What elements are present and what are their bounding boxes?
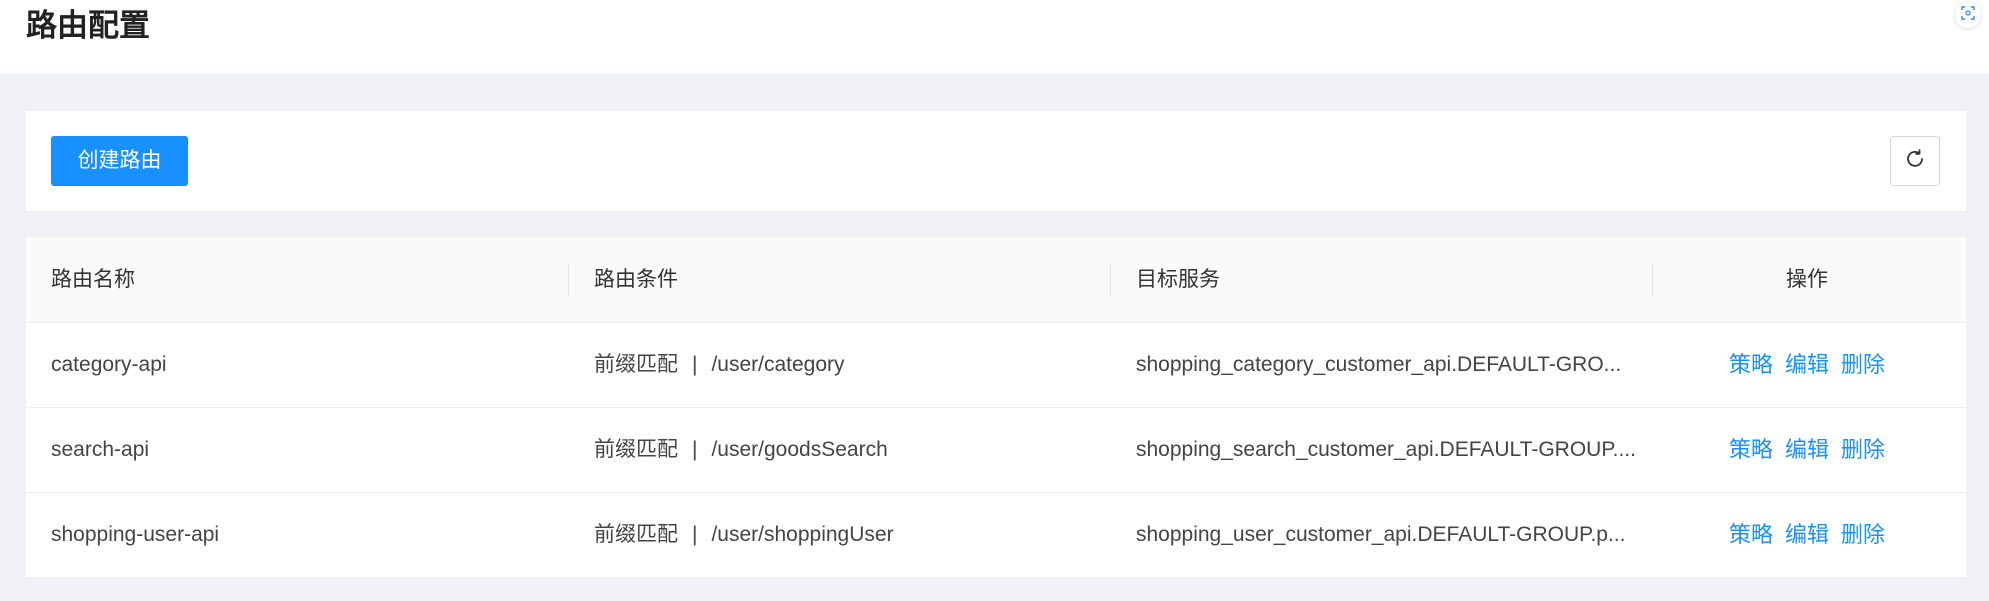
edit-link[interactable]: 编辑 (1785, 522, 1829, 547)
match-path: /user/category (711, 353, 845, 376)
column-header-name: 路由名称 (51, 268, 135, 291)
row-actions: 策略 编辑 删除 (1729, 322, 1897, 407)
create-route-button[interactable]: 创建路由 (51, 136, 188, 186)
column-divider (568, 263, 569, 297)
routes-table: 路由名称 路由条件 目标服务 操作 category-api 前缀匹配 | /use… (26, 237, 1966, 577)
match-type: 前缀匹配 (594, 438, 678, 461)
toolbar: 创建路由 (26, 111, 1966, 211)
table-row: search-api 前缀匹配 | /user/goodsSearch shoppi… (26, 407, 1966, 493)
edit-link[interactable]: 编辑 (1785, 352, 1829, 377)
route-condition: 前缀匹配 | /user/shoppingUser (594, 492, 894, 577)
page-title: 路由配置 (26, 8, 150, 43)
column-divider (1652, 263, 1653, 297)
route-name: shopping-user-api (51, 523, 220, 546)
delete-link[interactable]: 删除 (1841, 352, 1885, 377)
target-service: shopping_search_customer_api.DEFAULT-GRO… (1136, 438, 1636, 461)
route-name: search-api (51, 438, 150, 461)
table-row: category-api 前缀匹配 | /user/category shoppin… (26, 322, 1966, 408)
refresh-icon (1904, 148, 1926, 175)
match-type: 前缀匹配 (594, 523, 678, 546)
fullscreen-icon (1961, 5, 1975, 25)
column-header-service: 目标服务 (1136, 268, 1220, 291)
table-header: 路由名称 路由条件 目标服务 操作 (26, 237, 1966, 323)
route-condition: 前缀匹配 | /user/goodsSearch (594, 407, 888, 492)
delete-link[interactable]: 删除 (1841, 437, 1885, 462)
condition-separator: | (692, 438, 698, 461)
column-header-actions: 操作 (1786, 268, 1828, 291)
match-path: /user/goodsSearch (711, 438, 888, 461)
target-service: shopping_category_customer_api.DEFAULT-G… (1136, 353, 1622, 376)
delete-link[interactable]: 删除 (1841, 522, 1885, 547)
column-divider (1110, 263, 1111, 297)
column-header-condition: 路由条件 (594, 268, 678, 291)
match-type: 前缀匹配 (594, 353, 678, 376)
table-row: shopping-user-api 前缀匹配 | /user/shoppingUse… (26, 492, 1966, 577)
condition-separator: | (692, 523, 698, 546)
page: 路由配置 创建路由 路由名称 路由条件 目标服务 操作 category-api… (0, 0, 1989, 601)
fullscreen-button[interactable] (1955, 2, 1981, 28)
row-actions: 策略 编辑 删除 (1729, 407, 1897, 492)
refresh-button[interactable] (1890, 136, 1940, 186)
route-name: category-api (51, 353, 167, 376)
target-service: shopping_user_customer_api.DEFAULT-GROUP… (1136, 523, 1626, 546)
page-header: 路由配置 (0, 0, 1989, 74)
policy-link[interactable]: 策略 (1729, 522, 1773, 547)
edit-link[interactable]: 编辑 (1785, 437, 1829, 462)
policy-link[interactable]: 策略 (1729, 352, 1773, 377)
condition-separator: | (692, 353, 698, 376)
row-actions: 策略 编辑 删除 (1729, 492, 1897, 577)
policy-link[interactable]: 策略 (1729, 437, 1773, 462)
match-path: /user/shoppingUser (711, 523, 894, 546)
route-condition: 前缀匹配 | /user/category (594, 322, 845, 407)
